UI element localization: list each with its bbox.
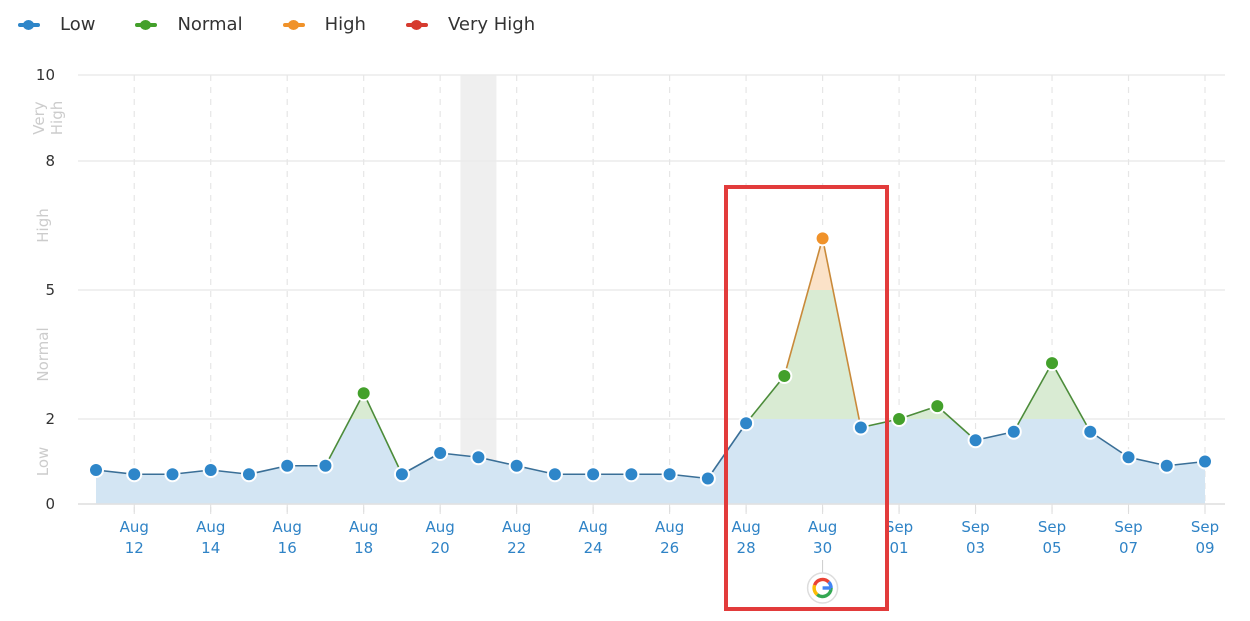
x-tick-label-month: Aug [502, 518, 531, 536]
data-point[interactable] [661, 466, 678, 483]
data-point[interactable] [967, 432, 984, 449]
x-tick-label-day: 12 [125, 539, 144, 557]
data-point[interactable] [393, 466, 410, 483]
data-point[interactable] [776, 368, 793, 384]
x-tick-label-month: Aug [731, 518, 760, 536]
x-tick-label-month: Sep [1038, 518, 1066, 536]
x-tick-label-month: Sep [961, 518, 989, 536]
x-tick-label-month: Aug [349, 518, 378, 536]
x-tick-label-day: 16 [278, 539, 297, 557]
x-tick-label-day: 24 [584, 539, 603, 557]
x-tick-label-month: Sep [885, 518, 913, 536]
data-point[interactable] [1197, 453, 1213, 470]
y-band-label: VeryHigh [30, 101, 66, 135]
x-tick-label-day: 20 [431, 539, 450, 557]
y-band-label: High [34, 208, 52, 242]
area-fill-low [96, 419, 1205, 504]
data-point[interactable] [470, 449, 487, 466]
data-point[interactable] [279, 457, 296, 474]
x-tick-label-month: Sep [1191, 518, 1219, 536]
data-point[interactable] [126, 466, 143, 483]
x-tick-label-day: 28 [737, 539, 756, 557]
x-tick-label-month: Aug [808, 518, 837, 536]
x-tick-label-day: 07 [1119, 539, 1138, 557]
data-point[interactable] [240, 466, 257, 483]
data-point[interactable] [738, 415, 755, 432]
y-band-label: Low [34, 447, 52, 477]
y-tick-label: 8 [45, 152, 55, 170]
x-tick-label-month: Aug [120, 518, 149, 536]
data-point[interactable] [317, 457, 334, 474]
data-point[interactable] [432, 445, 449, 461]
x-tick-label-day: 01 [890, 539, 909, 557]
y-band-label: Normal [34, 327, 52, 381]
x-tick-label-day: 14 [201, 539, 220, 557]
x-tick-label-month: Sep [1114, 518, 1142, 536]
y-tick-label: 10 [36, 66, 55, 84]
x-tick-label-day: 03 [966, 539, 985, 557]
data-point[interactable] [88, 462, 104, 478]
data-point[interactable] [585, 466, 602, 483]
data-point[interactable] [814, 230, 831, 247]
x-tick-label-month: Aug [196, 518, 225, 536]
x-tick-label-day: 18 [354, 539, 373, 557]
data-point[interactable] [852, 419, 869, 436]
y-tick-label: 0 [45, 495, 55, 513]
x-tick-label-day: 26 [660, 539, 679, 557]
data-point[interactable] [164, 466, 181, 483]
data-point[interactable] [1044, 355, 1061, 372]
x-tick-label-month: Aug [655, 518, 684, 536]
x-tick-label-day: 30 [813, 539, 832, 557]
x-tick-label-day: 22 [507, 539, 526, 557]
y-tick-label: 5 [45, 281, 55, 299]
y-tick-label: 2 [45, 410, 55, 428]
data-point[interactable] [623, 466, 640, 483]
data-point[interactable] [891, 411, 908, 427]
x-tick-label-day: 05 [1042, 539, 1061, 557]
data-point[interactable] [508, 457, 525, 474]
data-point[interactable] [1082, 423, 1099, 440]
x-tick-label-month: Aug [578, 518, 607, 536]
data-point[interactable] [1005, 423, 1022, 440]
data-point[interactable] [1120, 449, 1137, 466]
data-point[interactable] [355, 385, 372, 402]
x-tick-label-month: Aug [426, 518, 455, 536]
data-point[interactable] [202, 462, 219, 478]
data-point[interactable] [699, 470, 716, 487]
volatility-chart: 0 2 5 8 10 Low Normal High VeryHigh Aug 12 Aug 14 Aug… [30, 66, 1225, 611]
data-point[interactable] [1158, 457, 1175, 474]
data-point[interactable] [546, 466, 563, 483]
x-tick-label-month: Aug [273, 518, 302, 536]
x-tick-label-day: 09 [1195, 539, 1214, 557]
data-point[interactable] [929, 398, 946, 415]
